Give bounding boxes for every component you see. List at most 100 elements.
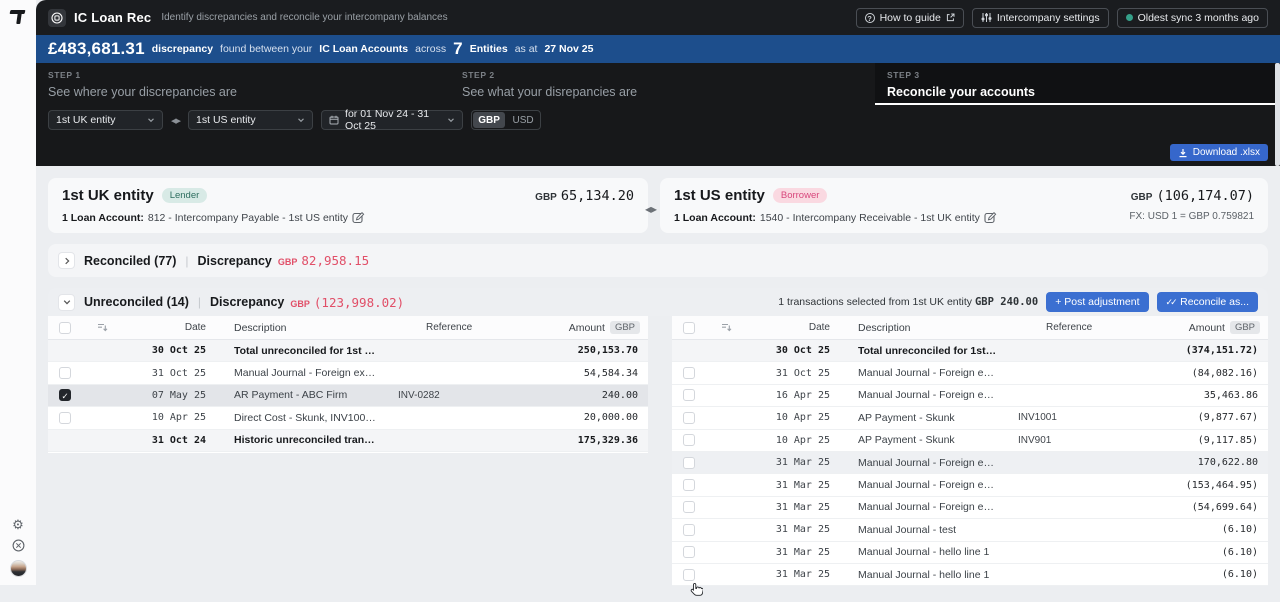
tab-step-3-active[interactable]: STEP 3 Reconcile your accounts [875, 63, 1280, 105]
question-icon: ? [864, 12, 875, 23]
app-header: IC Loan Rec Identify discrepancies and r… [36, 0, 1280, 35]
table-row[interactable]: 10 Apr 25 Direct Cost - Skunk, INV1001, 1… [48, 407, 648, 430]
period-select[interactable]: for 01 Nov 24 - 31 Oct 25 [321, 108, 464, 132]
lender-amount: 65,134.20 [560, 187, 634, 204]
unreconciled-discrepancy-amount: (123,998.02) [313, 294, 405, 310]
sync-status-badge[interactable]: Oldest sync 3 months ago [1116, 7, 1268, 28]
chevron-down-icon [298, 118, 304, 123]
table-row[interactable]: 31 Oct 25 Manual Journal - Foreign exchan… [672, 362, 1268, 385]
main-content: 1st UK entity Lender GBP 65,134.20 1 Loan… [36, 166, 1280, 596]
chevron-right-icon[interactable] [58, 252, 75, 269]
row-description: AP Payment - Skunk [858, 411, 955, 424]
help-icon[interactable] [11, 539, 25, 553]
table-row[interactable]: 31 Mar 25 Manual Journal - hello line 1 (6… [672, 542, 1268, 564]
entity-a-select[interactable]: 1st UK entity [48, 110, 163, 130]
download-xlsx-button[interactable]: Download .xlsx [1169, 144, 1268, 161]
chevron-down-icon [148, 118, 154, 123]
banner-date: 27 Nov 25 [544, 43, 594, 55]
select-all-checkbox[interactable] [683, 321, 695, 334]
double-check-icon: ✓✓ [1165, 296, 1178, 307]
download-icon [1179, 148, 1187, 157]
row-checkbox[interactable] [683, 434, 695, 447]
post-adjustment-button[interactable]: + Post adjustment [1046, 292, 1149, 312]
table-row[interactable]: ✓ 07 May 25 AR Payment - ABC Firm INV-0282 2… [48, 384, 648, 408]
row-date: 30 Oct 25 [775, 345, 830, 357]
table-row[interactable]: 31 Mar 25 Manual Journal - test (6.10) [672, 519, 1268, 542]
row-description: Historic unreconciled transactions [234, 434, 378, 447]
company-logo[interactable] [9, 10, 26, 24]
row-checkbox[interactable] [683, 367, 695, 380]
table-row[interactable]: 31 Oct 25 Manual Journal - Foreign exchan… [48, 362, 648, 385]
row-checkbox[interactable] [59, 367, 71, 380]
entity-b-select[interactable]: 1st US entity [188, 110, 314, 130]
row-checkbox[interactable] [683, 501, 695, 514]
row-checkbox[interactable] [683, 456, 695, 469]
reconciled-title: Reconciled (77) [84, 253, 177, 268]
row-date: 31 Mar 25 [775, 501, 830, 513]
row-date: 31 Mar 25 [775, 546, 830, 558]
row-amount: (6.10) [1221, 569, 1258, 581]
row-amount: (84,082.16) [1191, 367, 1258, 379]
app-icon [48, 8, 66, 27]
row-date: 31 Oct 25 [151, 367, 206, 379]
row-checkbox[interactable] [683, 389, 695, 402]
row-description: Manual Journal - Foreign exchange gain [234, 367, 378, 380]
table-header-row: Date Description Reference Amount GBP [48, 316, 648, 340]
currency-chip: GBP [1229, 321, 1260, 334]
row-checkbox[interactable] [683, 479, 695, 492]
how-to-guide-button[interactable]: ? How to guide [855, 7, 964, 28]
table-row[interactable]: 31 Mar 25 Manual Journal - Foreign exchan… [672, 497, 1268, 520]
sort-icon[interactable] [82, 322, 122, 333]
row-checkbox[interactable]: ✓ [59, 389, 71, 402]
app-title: IC Loan Rec [74, 10, 152, 25]
fx-rate: FX: USD 1 = GBP 0.759821 [1129, 211, 1254, 222]
swap-entities-icon: ◂▸ [171, 114, 181, 127]
select-all-checkbox[interactable] [59, 321, 71, 334]
reconciled-section[interactable]: Reconciled (77) | Discrepancy GBP 82,958… [48, 244, 1268, 277]
sort-icon[interactable] [706, 322, 746, 333]
row-date: 31 Oct 24 [151, 434, 206, 446]
intercompany-settings-button[interactable]: Intercompany settings [971, 7, 1109, 28]
row-description: Manual Journal - hello line 1 [858, 568, 990, 581]
row-description: Manual Journal - Foreign exchange loss [858, 501, 998, 514]
table-row[interactable]: 31 Mar 25 Manual Journal - hello line 1 (6… [672, 564, 1268, 587]
currency-usd-option[interactable]: USD [506, 111, 540, 129]
table-row[interactable]: 30 Oct 25 Total unreconciled for 1st UK e… [48, 340, 648, 363]
lender-transactions-table: Date Description Reference Amount GBP 30 … [48, 316, 648, 453]
table-row[interactable]: 31 Mar 25 Manual Journal - Foreign exchan… [672, 474, 1268, 497]
row-checkbox[interactable] [683, 568, 695, 581]
row-description: Manual Journal - Foreign exchange gain [858, 456, 998, 469]
reconciled-discrepancy-amount: 82,958.15 [301, 253, 370, 268]
table-row[interactable]: 16 Apr 25 Manual Journal - Foreign exchan… [672, 385, 1268, 408]
row-checkbox[interactable] [683, 546, 695, 559]
row-date: 30 Oct 25 [151, 345, 206, 357]
table-row[interactable]: 10 Apr 25 AP Payment - Skunk INV901 (9,117.… [672, 430, 1268, 452]
settings-gear-icon[interactable]: ⚙ [11, 518, 25, 532]
row-amount: 240.00 [601, 389, 638, 401]
row-amount: (9,877.67) [1197, 412, 1258, 424]
left-rail: ⚙ [0, 0, 36, 585]
scrollbar[interactable] [1275, 63, 1280, 166]
row-checkbox[interactable] [683, 523, 695, 536]
row-description: Manual Journal - hello line 1 [858, 546, 990, 559]
reconcile-as-button[interactable]: ✓✓ Reconcile as... [1156, 292, 1258, 312]
currency-gbp-option[interactable]: GBP [473, 112, 506, 128]
row-checkbox[interactable] [59, 411, 71, 424]
table-row[interactable]: 31 Oct 24 Historic unreconciled transacti… [48, 429, 648, 452]
row-checkbox[interactable] [683, 411, 695, 424]
table-row[interactable]: 30 Oct 25 Total unreconciled for 1st US e… [672, 340, 1268, 363]
edit-icon[interactable] [984, 211, 997, 224]
row-reference: INV1001 [1018, 412, 1057, 424]
currency-chip: GBP [609, 321, 640, 334]
unreconciled-header: Unreconciled (14) | Discrepancy GBP (123… [48, 288, 1268, 316]
row-date: 31 Mar 25 [775, 457, 830, 469]
chevron-down-icon[interactable] [58, 293, 75, 311]
table-row[interactable]: 31 Mar 25 Manual Journal - Foreign exchan… [672, 451, 1268, 475]
edit-icon[interactable] [352, 211, 365, 224]
tab-step-2[interactable]: STEP 2 See what your disrepancies are [462, 63, 637, 105]
table-row[interactable]: 10 Apr 25 AP Payment - Skunk INV1001 (9,877… [672, 407, 1268, 430]
tab-step-1[interactable]: STEP 1 See where your discrepancies are [48, 63, 237, 105]
user-avatar[interactable] [9, 560, 27, 577]
borrower-badge: Borrower [772, 188, 828, 203]
row-amount: (54,699.64) [1191, 501, 1258, 513]
